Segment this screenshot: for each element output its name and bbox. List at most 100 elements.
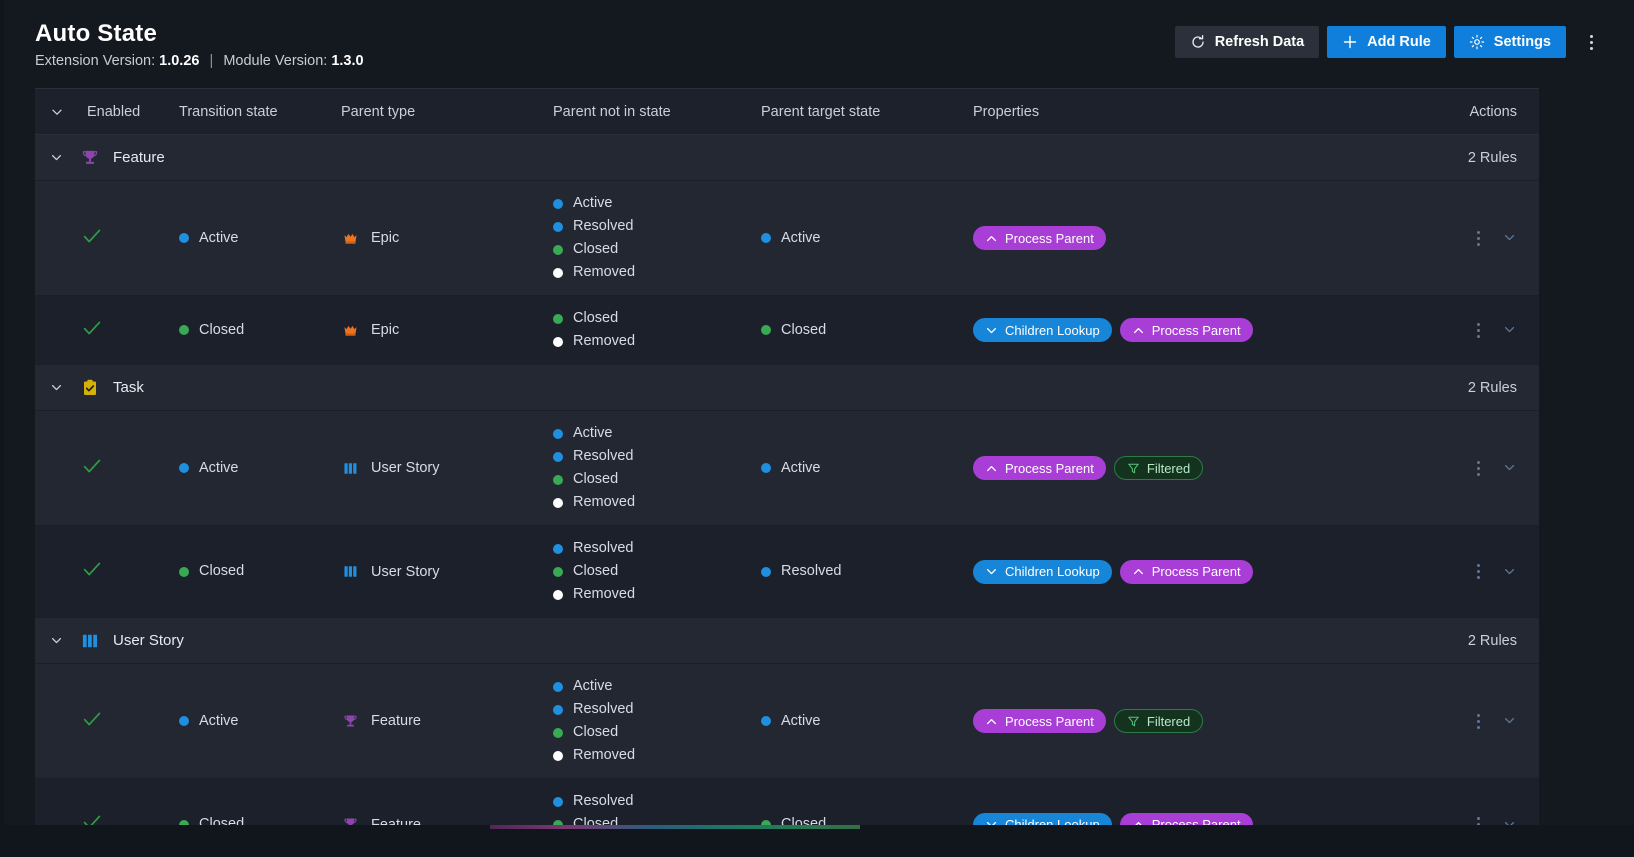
chevron-up-icon <box>985 462 998 475</box>
state-dot <box>553 796 563 807</box>
state-dot <box>179 325 189 335</box>
properties-badges: Children Lookup Process Parent <box>973 318 1413 342</box>
refresh-icon <box>1190 34 1206 50</box>
settings-button[interactable]: Settings <box>1453 26 1566 58</box>
enabled-check-icon[interactable] <box>81 455 103 482</box>
state-dot <box>761 716 771 726</box>
row-overflow-menu-button[interactable] <box>1471 228 1485 248</box>
property-badge-process[interactable]: Process Parent <box>973 456 1106 480</box>
auto-state-app: Auto State Extension Version: 1.0.26 | M… <box>0 0 1634 857</box>
add-rule-button[interactable]: Add Rule <box>1327 26 1446 58</box>
state-label: Resolved <box>573 448 634 464</box>
table-row[interactable]: Active User Story Active Resolved Closed Remo… <box>35 411 1539 526</box>
trophy-icon <box>79 148 101 168</box>
table-row[interactable]: Active Feature Active Resolved Closed Removed… <box>35 664 1539 779</box>
row-expand-chevron-down-icon[interactable] <box>1503 323 1517 337</box>
table-row[interactable]: Active Epic Active Resolved Closed Removed Act… <box>35 181 1539 296</box>
funnel-icon <box>1127 715 1140 728</box>
parent-type-label: User Story <box>371 563 440 580</box>
property-badge-label: Filtered <box>1146 713 1191 729</box>
enabled-check-icon[interactable] <box>81 708 103 735</box>
parent-type-value: Epic <box>341 230 553 247</box>
enabled-check-icon[interactable] <box>81 558 103 585</box>
property-badge-children[interactable]: Children Lookup <box>973 559 1112 584</box>
cell-actions <box>1413 562 1539 582</box>
header-overflow-menu-button[interactable] <box>1578 26 1604 58</box>
chevron-up-icon <box>1132 565 1145 578</box>
page-header: Auto State Extension Version: 1.0.26 | M… <box>0 0 1634 80</box>
title-block: Auto State Extension Version: 1.0.26 | M… <box>35 16 364 70</box>
row-expand-chevron-down-icon[interactable] <box>1503 714 1517 728</box>
state-dot <box>179 233 189 243</box>
property-badge-label: Process Parent <box>1005 460 1094 476</box>
enabled-check-icon[interactable] <box>81 317 103 344</box>
state-label: Closed <box>573 310 619 326</box>
group-header-row[interactable]: Task 2 Rules <box>35 365 1539 411</box>
parent-type-value: Feature <box>341 713 553 730</box>
kebab-dot <box>1476 817 1480 820</box>
row-actions <box>1471 562 1517 582</box>
row-expand-chevron-down-icon[interactable] <box>1503 461 1517 475</box>
state-dot <box>761 233 771 243</box>
state-label: Resolved <box>573 218 634 234</box>
state-dot <box>179 716 189 726</box>
row-expand-chevron-down-icon[interactable] <box>1503 565 1517 579</box>
properties-badges: Children Lookup Process Parent <box>973 559 1413 584</box>
cell-parent-type: User Story <box>341 460 553 477</box>
cell-properties: Process Parent <box>973 226 1413 250</box>
rules-table: Enabled Transition state Parent type Par… <box>35 88 1539 857</box>
state-dot <box>761 463 771 473</box>
parent-not-in-state-list: Active Resolved Closed Removed <box>553 195 761 281</box>
kebab-dot <box>1476 472 1480 476</box>
parent-type-value: User Story <box>341 563 553 580</box>
row-expand-chevron-down-icon[interactable] <box>1503 231 1517 245</box>
cell-parent-target-state: Active <box>761 230 973 247</box>
state-label: Removed <box>573 494 636 510</box>
property-badge-children[interactable]: Children Lookup <box>973 318 1112 342</box>
collapse-all-toggle[interactable] <box>35 105 79 119</box>
column-header-actions: Actions <box>1469 103 1517 120</box>
extension-version-label: Extension Version: <box>35 53 156 69</box>
row-overflow-menu-button[interactable] <box>1471 711 1485 731</box>
property-badge-process[interactable]: Process Parent <box>1119 559 1253 584</box>
cell-parent-target-state: Active <box>761 460 973 477</box>
version-separator: | <box>209 53 214 69</box>
trophy-icon <box>341 713 359 730</box>
chevron-down-icon <box>50 381 64 395</box>
kebab-dot <box>1476 230 1480 234</box>
property-badge-process[interactable]: Process Parent <box>973 709 1106 733</box>
property-badge-filtered[interactable]: Filtered <box>1113 456 1204 480</box>
group-collapse-toggle[interactable] <box>35 151 79 165</box>
property-badge-filtered[interactable]: Filtered <box>1113 709 1204 733</box>
parent-target-state-value: Active <box>761 460 973 477</box>
enabled-check-icon[interactable] <box>81 225 103 252</box>
table-row[interactable]: Closed Epic Closed Removed Closed Children Lo… <box>35 296 1539 365</box>
kebab-dot <box>1476 719 1480 723</box>
cell-parent-target-state: Resolved <box>761 563 973 580</box>
state-label: Resolved <box>781 563 842 579</box>
row-overflow-menu-button[interactable] <box>1471 458 1485 478</box>
parent-target-state-value: Closed <box>761 322 973 339</box>
group-header-row[interactable]: Feature 2 Rules <box>35 135 1539 181</box>
property-badge-process[interactable]: Process Parent <box>1119 318 1253 342</box>
cell-properties: Process Parent Filtered <box>973 709 1413 733</box>
state-dot <box>761 325 771 335</box>
row-overflow-menu-button[interactable] <box>1471 320 1485 340</box>
property-badge-process[interactable]: Process Parent <box>973 226 1106 250</box>
state-dot <box>553 244 563 255</box>
row-overflow-menu-button[interactable] <box>1471 562 1485 582</box>
table-row[interactable]: Closed User Story Resolved Closed Removed Res… <box>35 526 1539 618</box>
group-collapse-toggle[interactable] <box>35 634 79 648</box>
properties-badges: Process Parent <box>973 226 1413 250</box>
chevron-down-icon <box>50 105 64 119</box>
group-collapse-toggle[interactable] <box>35 381 79 395</box>
state-label: Active <box>573 678 613 694</box>
state-label: Removed <box>573 586 636 602</box>
cell-parent-not-in-state: Resolved Closed Removed <box>553 540 761 603</box>
chevron-up-icon <box>985 715 998 728</box>
group-header-row[interactable]: User Story 2 Rules <box>35 618 1539 664</box>
refresh-data-button[interactable]: Refresh Data <box>1174 26 1320 58</box>
state-dot <box>179 566 189 577</box>
parent-not-in-state-item: Active <box>553 195 761 212</box>
kebab-dot <box>1476 242 1480 246</box>
